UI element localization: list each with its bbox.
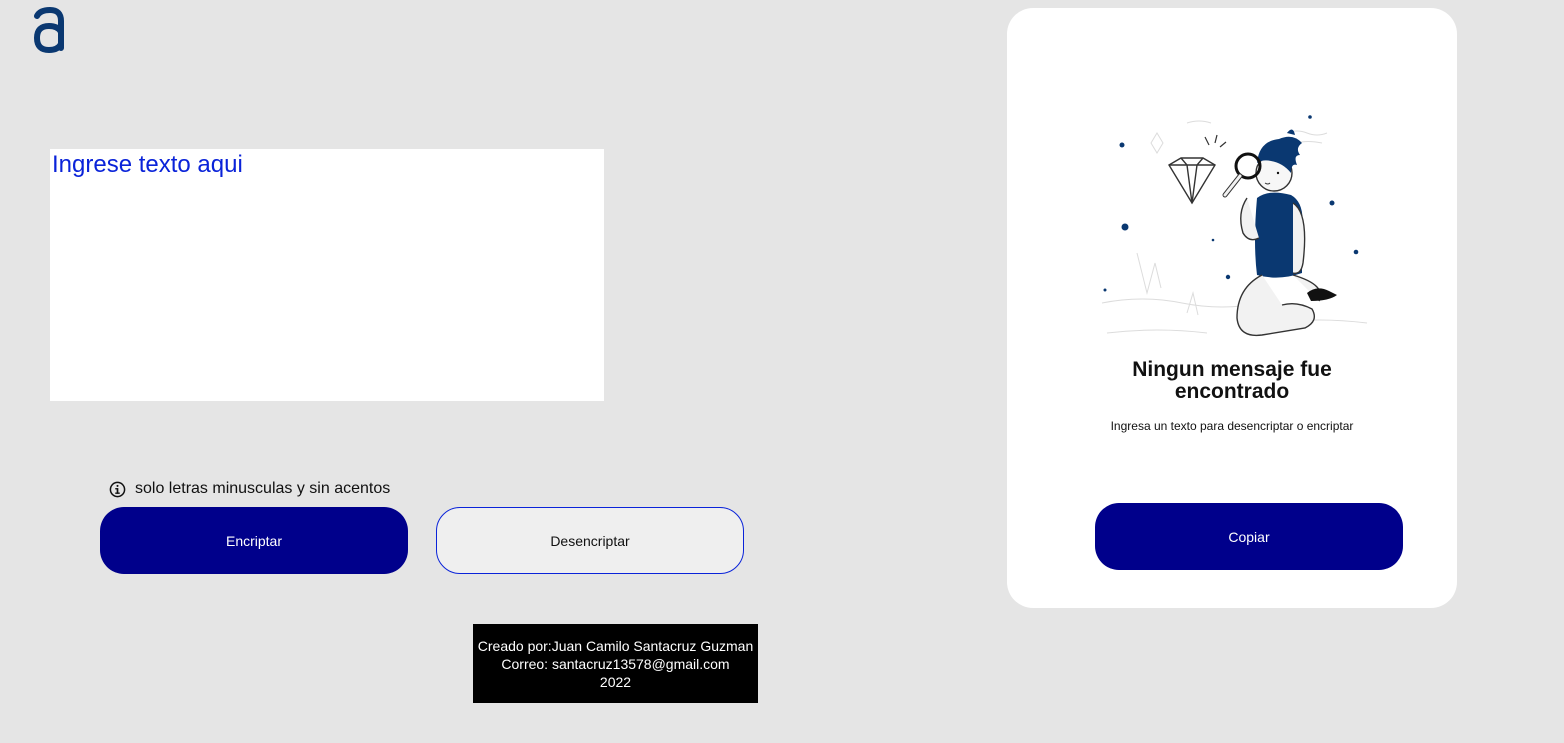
- footer: Creado por:Juan Camilo Santacruz Guzman …: [473, 624, 758, 703]
- empty-state-title-line2: encontrado: [1174, 380, 1290, 403]
- page: solo letras minusculas y sin acentos Enc…: [0, 0, 1564, 743]
- decrypt-button[interactable]: Desencriptar: [436, 507, 744, 574]
- alura-logo: [33, 6, 64, 54]
- footer-email: Correo: santacruz13578@gmail.com: [501, 656, 730, 672]
- text-input[interactable]: [50, 149, 604, 401]
- hint-text: solo letras minusculas y sin acentos: [135, 480, 391, 497]
- empty-state-title: Ningun mensaje fue encontrado: [1007, 359, 1457, 403]
- empty-state-subtitle: Ingresa un texto para desencriptar o enc…: [1110, 419, 1354, 433]
- encrypt-button[interactable]: Encriptar: [100, 507, 408, 574]
- footer-year: 2022: [599, 674, 632, 690]
- person-searching-illustration: [1101, 115, 1368, 337]
- result-panel: Ningun mensaje fue encontrado Ingresa un…: [1007, 8, 1457, 608]
- empty-state-title-line1: Ningun mensaje fue: [1132, 358, 1332, 381]
- info-icon: [109, 481, 126, 497]
- input-hint: solo letras minusculas y sin acentos: [109, 479, 390, 499]
- footer-author: Creado por:Juan Camilo Santacruz Guzman: [477, 638, 754, 654]
- copy-button[interactable]: Copiar: [1095, 503, 1403, 570]
